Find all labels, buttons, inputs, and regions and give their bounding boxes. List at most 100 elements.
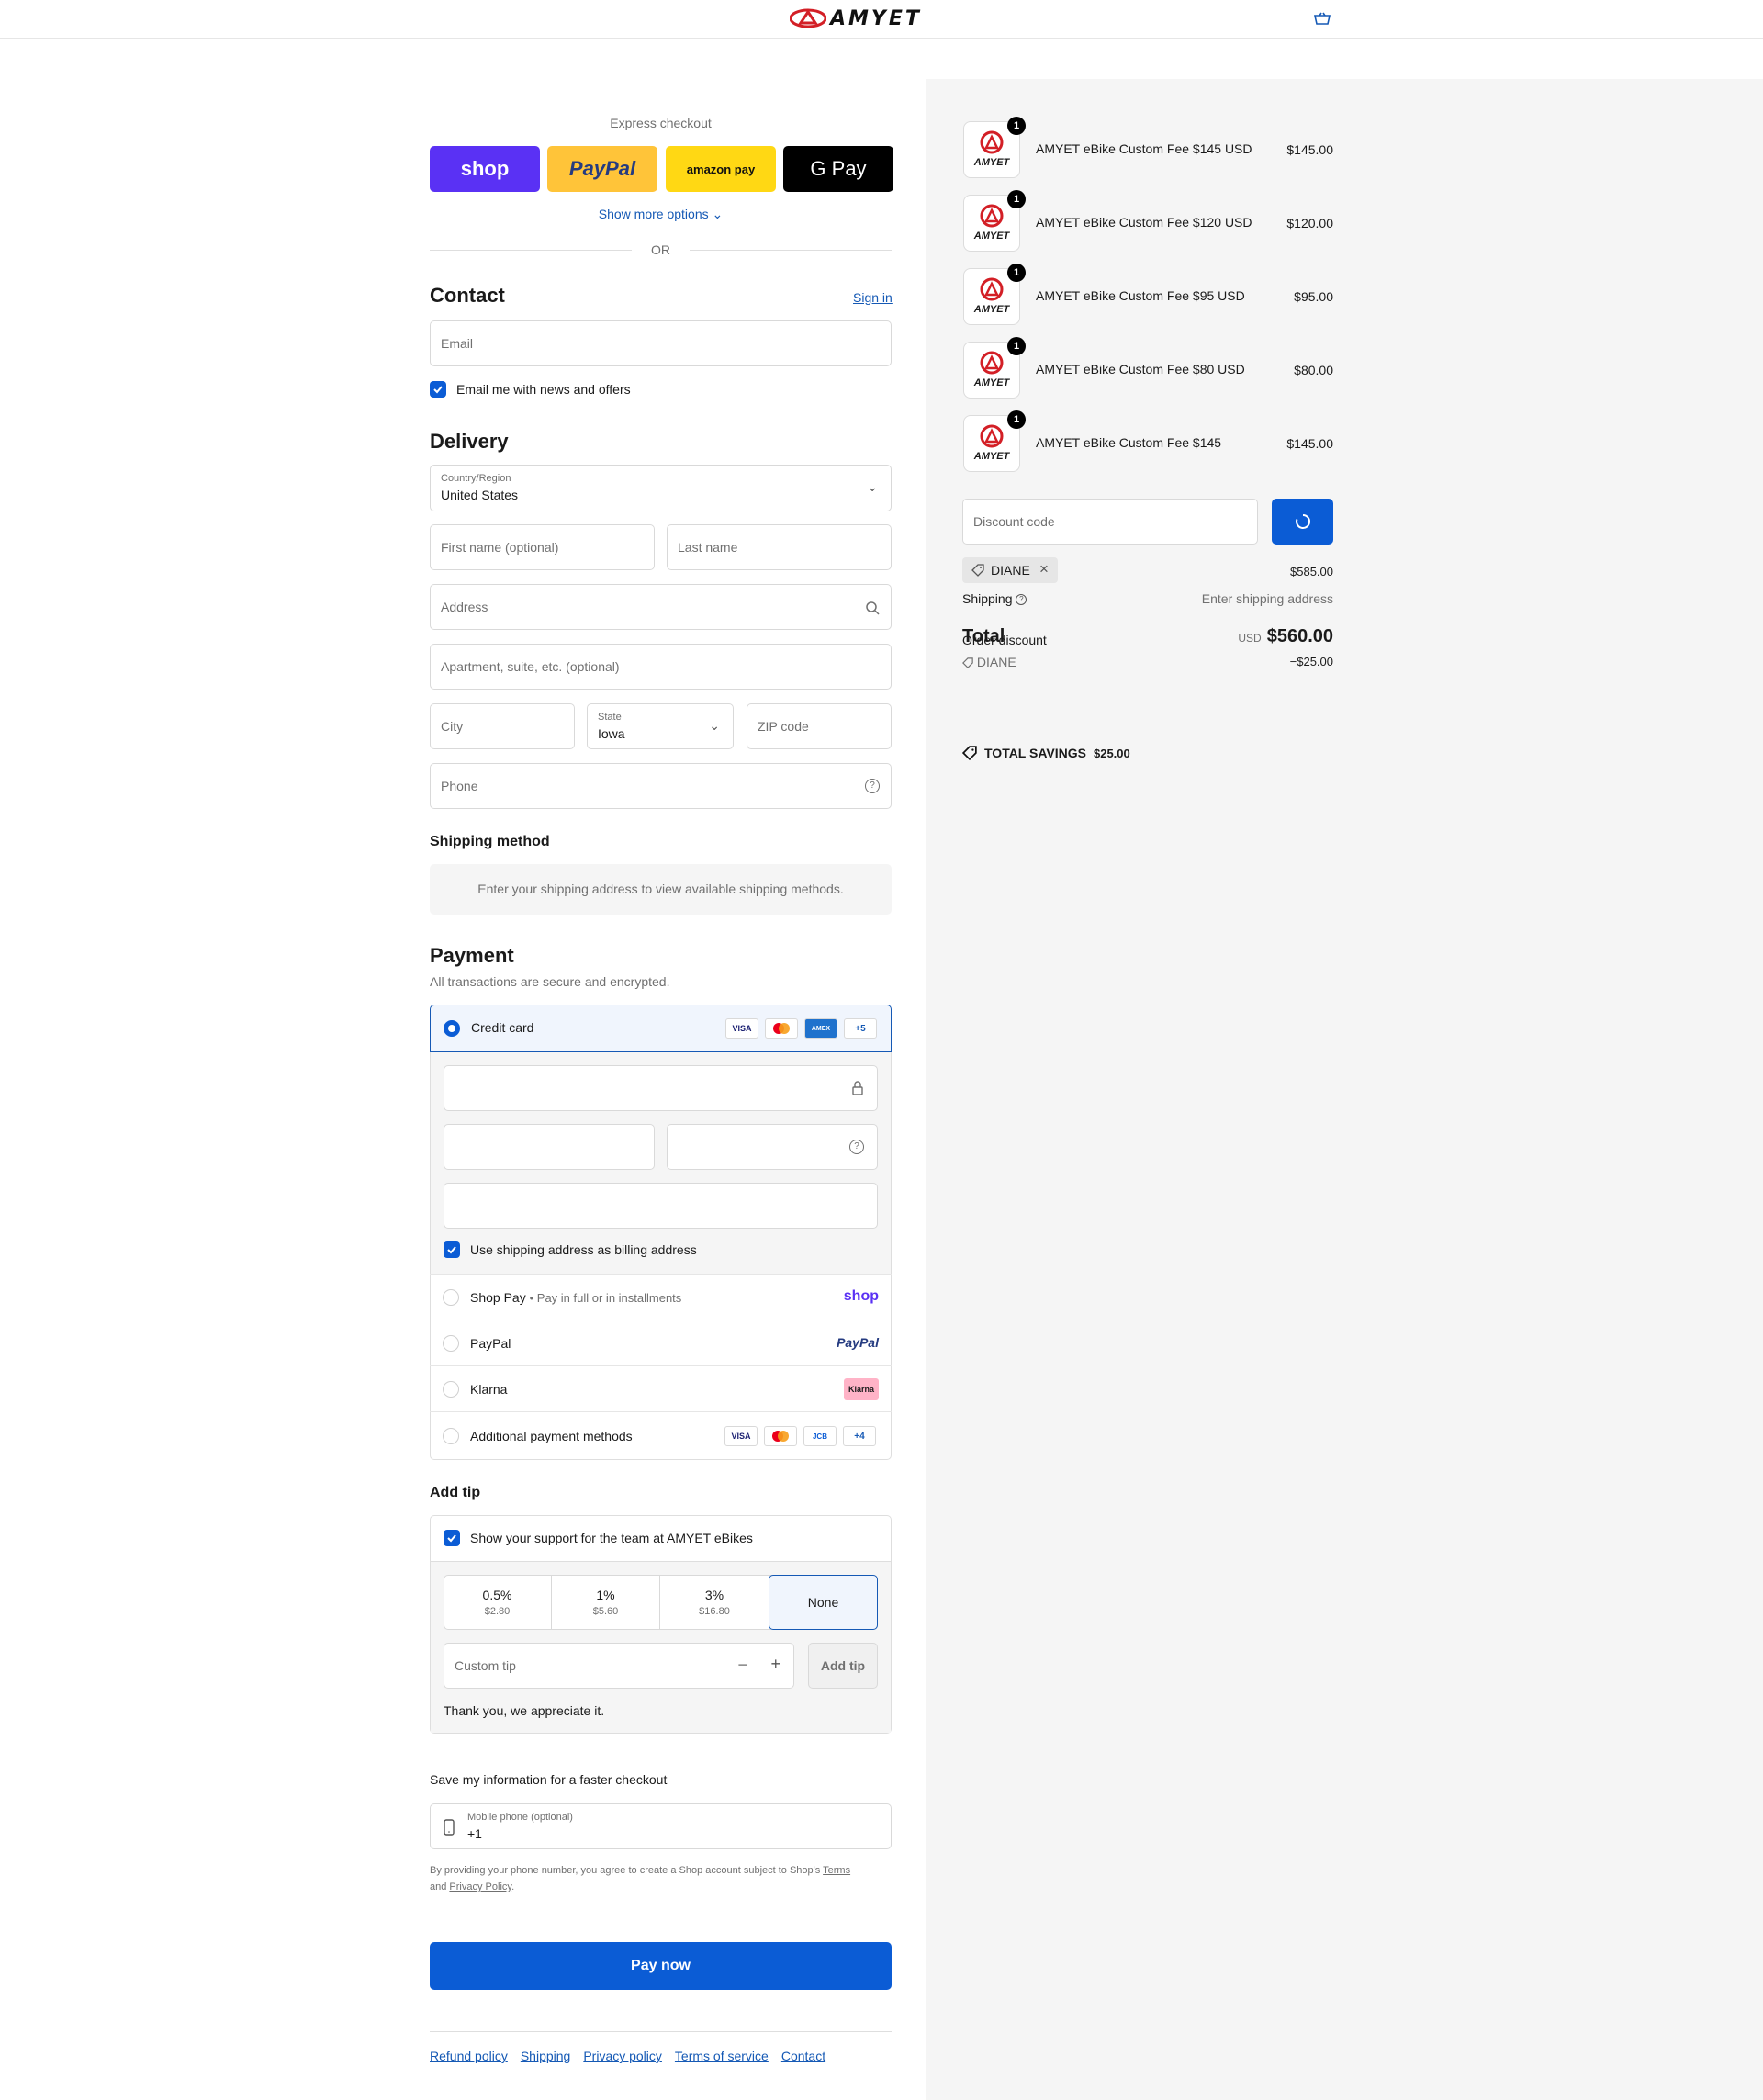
line-item-price: $145.00 [1286,142,1333,157]
additional-payment-option[interactable]: Additional payment methods VISA JCB +4 [430,1411,892,1459]
paypal-label: PayPal [568,157,636,180]
close-icon[interactable]: × [1039,560,1049,578]
shop-pay-logo: shop [843,1288,879,1304]
footer-link-terms[interactable]: Terms of service [675,2049,769,2063]
apartment-placeholder: Apartment, suite, etc. (optional) [441,659,620,674]
footer-link-contact[interactable]: Contact [781,2049,825,2063]
card-number-field[interactable] [444,1065,878,1111]
shipping-method-title: Shipping method [430,834,550,849]
credit-card-label: Credit card [471,1020,534,1035]
mobile-phone-field[interactable]: Mobile phone (optional) +1 [430,1803,892,1849]
shop-pay-radio[interactable] [443,1289,459,1306]
tip-percent: None [807,1595,839,1610]
custom-tip-field[interactable]: Custom tip − + [444,1643,794,1689]
google-pay-button[interactable]: G Pay [783,146,893,192]
zip-field[interactable]: ZIP code [747,703,892,749]
shop-pay-option[interactable]: Shop Pay • Pay in full or in installment… [430,1274,892,1320]
tip-option-0-5[interactable]: 0.5% $2.80 [444,1575,552,1630]
security-code-field[interactable]: ? [667,1124,878,1170]
apartment-field[interactable]: Apartment, suite, etc. (optional) [430,644,892,690]
paypal-option[interactable]: PayPal PayPal [430,1320,892,1365]
tip-support-row: Show your support for the team at AMYET … [431,1515,891,1561]
tip-option-1[interactable]: 1% $5.60 [552,1575,660,1630]
custom-tip-placeholder: Custom tip [455,1658,516,1673]
klarna-option[interactable]: Klarna Klarna [430,1365,892,1411]
tip-option-3[interactable]: 3% $16.80 [660,1575,769,1630]
city-field[interactable]: City [430,703,575,749]
add-tip-button[interactable]: Add tip [808,1643,878,1689]
brand-logo[interactable]: AMYET [790,7,922,30]
last-name-field[interactable]: Last name [667,524,892,570]
show-more-label: Show more options [598,207,709,221]
total-value: $560.00 [1266,626,1333,646]
shop-pay-button[interactable]: shop [430,146,540,192]
search-icon [866,601,880,615]
address-field[interactable]: Address [430,584,892,630]
paypal-logo: PayPal [837,1335,879,1350]
newsletter-checkbox[interactable] [430,381,446,398]
expiry-field[interactable] [444,1124,655,1170]
terms-link[interactable]: Terms [823,1865,850,1876]
billing-same-checkbox[interactable] [444,1241,460,1258]
discount-code-row: DIANE [962,655,1016,669]
footer-link-refund[interactable]: Refund policy [430,2049,508,2063]
apply-discount-button[interactable] [1272,499,1333,545]
tip-percent: 1% [596,1588,615,1602]
country-label: Country/Region [441,473,511,484]
state-select[interactable]: State Iowa ⌄ [587,703,734,749]
visa-text: VISA [731,1432,751,1441]
visa-icon: VISA [724,1426,758,1446]
credit-card-radio[interactable] [444,1020,460,1037]
email-field[interactable]: Email [430,320,892,366]
more-cards-text: +5 [855,1023,866,1034]
visa-text: VISA [732,1024,752,1033]
pay-now-button[interactable]: Pay now [430,1942,892,1990]
email-placeholder: Email [441,336,474,351]
minus-icon[interactable]: − [737,1656,747,1675]
tip-amount: $5.60 [592,1606,619,1617]
shop-pay-text: Shop Pay • Pay in full or in installment… [470,1290,682,1305]
tip-support-checkbox[interactable] [444,1530,460,1546]
first-name-field[interactable]: First name (optional) [430,524,655,570]
zip-placeholder: ZIP code [758,719,809,734]
tag-icon [962,746,977,760]
footer-links: Refund policy Shipping Privacy policy Te… [430,2049,825,2063]
total-label: Total [962,626,1005,646]
klarna-radio[interactable] [443,1381,459,1398]
line-item-name: AMYET eBike Custom Fee $95 USD [1036,288,1245,303]
phone-placeholder: Phone [441,779,478,793]
quantity-badge: 1 [1007,264,1026,282]
credit-card-option[interactable]: Credit card VISA AMEX +5 [430,1005,892,1052]
discount-code-field[interactable]: Discount code [962,499,1258,545]
city-placeholder: City [441,719,464,734]
discount-tag-label: DIANE [991,563,1030,578]
sign-in-link[interactable]: Sign in [853,290,893,305]
paypal-radio[interactable] [443,1335,459,1352]
total-currency: USD [1238,632,1262,645]
tip-option-none[interactable]: None [769,1575,878,1630]
help-icon[interactable]: ? [1016,594,1027,606]
help-icon[interactable]: ? [865,779,880,793]
quantity-badge: 1 [1007,190,1026,208]
help-icon[interactable]: ? [849,1140,864,1154]
jcb-icon: JCB [803,1426,837,1446]
cart-icon[interactable] [1313,11,1331,26]
footer-link-shipping[interactable]: Shipping [521,2049,571,2063]
phone-field[interactable]: Phone ? [430,763,892,809]
klarna-option-label: Klarna [470,1382,508,1397]
plus-icon[interactable]: + [770,1655,780,1674]
tag-icon [971,564,984,577]
check-icon [447,1534,456,1543]
quantity-badge: 1 [1007,337,1026,355]
additional-radio[interactable] [443,1428,459,1444]
country-select[interactable]: Country/Region United States ⌄ [430,465,892,511]
footer-link-privacy[interactable]: Privacy policy [583,2049,662,2063]
product-brand: AMYET [973,230,1010,241]
show-more-options-link[interactable]: Show more options ⌄ [430,207,892,222]
line-item-name: AMYET eBike Custom Fee $145 USD [1036,141,1252,156]
paypal-button[interactable]: PayPal [547,146,657,192]
amazon-pay-button[interactable]: amazon pay [666,146,776,192]
name-on-card-field[interactable] [444,1183,878,1229]
credit-card-form: ? Use shipping address as billing addres… [431,1052,891,1274]
privacy-policy-link[interactable]: Privacy Policy [449,1881,511,1892]
